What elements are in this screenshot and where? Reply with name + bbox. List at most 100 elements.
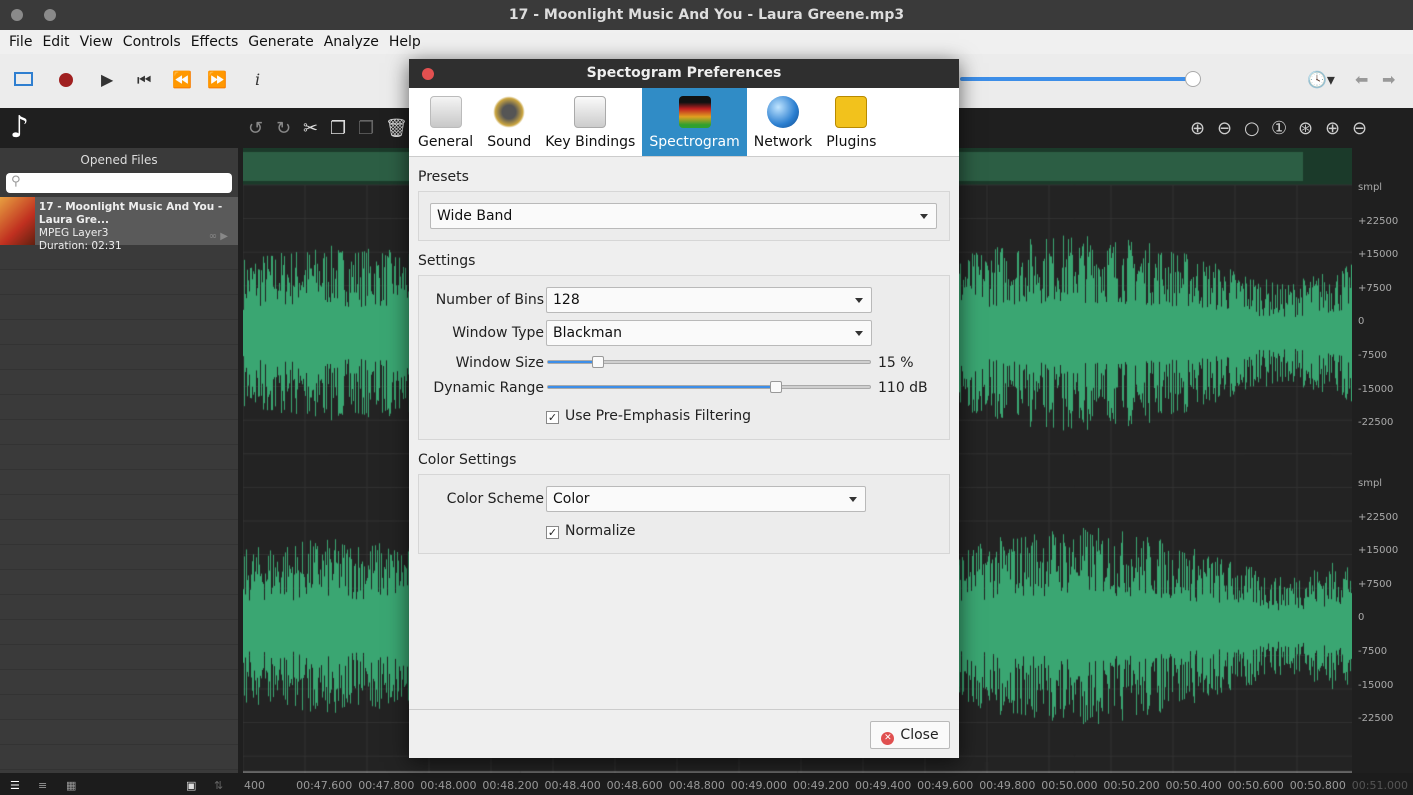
bins-select[interactable]: 128	[546, 287, 872, 313]
dynamic-range-handle[interactable]	[770, 381, 782, 393]
window-close-button[interactable]	[11, 9, 23, 21]
seek-handle[interactable]	[1185, 71, 1201, 87]
tab-general[interactable]: General	[411, 88, 480, 156]
tab-plugins[interactable]: Plugins	[819, 88, 883, 156]
pre-emphasis-checkbox[interactable]: ✓ Use Pre-Emphasis Filtering	[546, 408, 751, 424]
time-tick-label: 00:48.800	[668, 779, 725, 792]
seek-bar[interactable]	[960, 77, 1192, 81]
amplitude-axis: smpl +22500 +15000 +7500 0 -7500 -15000 -22500 s…	[1352, 182, 1413, 773]
color-scheme-select[interactable]: Color	[546, 486, 866, 512]
rewind-icon[interactable]: ⏪	[172, 70, 192, 89]
zoom-selection-icon[interactable]: ⊛	[1298, 118, 1313, 139]
tab-key-bindings[interactable]: Key Bindings	[538, 88, 642, 156]
grid-icon[interactable]: ▦	[66, 779, 76, 792]
menu-view[interactable]: View	[75, 30, 118, 54]
time-tick-label: 00:48.000	[420, 779, 477, 792]
close-button[interactable]: ✕ Close	[870, 721, 950, 749]
forward-arrow-icon[interactable]: ➡	[1382, 70, 1395, 89]
paste-icon[interactable]: ❐	[358, 118, 374, 139]
zoom-out-icon[interactable]: ⊖	[1217, 118, 1232, 139]
amplitude-tick-label: smpl	[1358, 478, 1383, 489]
amplitude-tick-label: 0	[1358, 316, 1365, 328]
dynamic-range-slider[interactable]	[547, 381, 871, 393]
window-minimize-button[interactable]	[44, 9, 56, 21]
window-size-slider[interactable]	[547, 356, 871, 368]
amplitude-tick-label: +15000	[1358, 249, 1399, 261]
menubar: File Edit View Controls Effects Generate…	[0, 30, 1413, 54]
close-icon: ✕	[881, 732, 895, 745]
spectrum-icon	[678, 96, 711, 128]
copy-icon[interactable]: ❐	[330, 118, 346, 139]
menu-controls[interactable]: Controls	[118, 30, 186, 54]
record-icon[interactable]	[59, 73, 73, 87]
normalize-checkbox[interactable]: ✓ Normalize	[546, 523, 636, 539]
tab-label: General	[418, 134, 474, 150]
time-tick-label: 00:50.600	[1227, 779, 1284, 792]
check-icon: ✓	[546, 411, 559, 424]
link-play-icon[interactable]: ∞ ▶	[209, 231, 228, 242]
view-icon[interactable]	[14, 72, 33, 86]
time-tick-label: 00:48.600	[606, 779, 663, 792]
undo-icon[interactable]: ↺	[248, 118, 263, 139]
sort-icon[interactable]: ⇅	[214, 779, 223, 792]
speaker-icon	[493, 96, 526, 128]
amplitude-tick-label: -15000	[1358, 679, 1394, 691]
zoom-1-icon[interactable]: ①	[1271, 118, 1287, 139]
color-settings-heading: Color Settings	[418, 452, 517, 468]
menu-generate[interactable]: Generate	[243, 30, 318, 54]
tab-spectrogram[interactable]: Spectrogram	[642, 88, 747, 156]
window-type-select[interactable]: Blackman	[546, 320, 872, 346]
play-icon[interactable]: ▶	[101, 70, 113, 89]
menu-effects[interactable]: Effects	[186, 30, 244, 54]
window-titlebar: 17 - Moonlight Music And You - Laura Gre…	[0, 0, 1413, 30]
tab-sound[interactable]: Sound	[480, 88, 538, 156]
menu-edit[interactable]: Edit	[37, 30, 74, 54]
menu-help[interactable]: Help	[384, 30, 426, 54]
dynamic-range-label: Dynamic Range	[433, 380, 544, 396]
zoom-out-vertical-icon[interactable]: ⊖	[1352, 118, 1367, 139]
album-art	[0, 197, 35, 245]
info-icon[interactable]: i	[255, 70, 260, 89]
opened-files-panel: Opened Files ⚲ 17 - Moonlight Music And …	[0, 148, 238, 773]
time-tick-label: 00:49.600	[917, 779, 974, 792]
window-size-handle[interactable]	[592, 356, 604, 368]
time-tick-label: 00:47.600	[296, 779, 353, 792]
file-search-input[interactable]: ⚲	[6, 173, 232, 193]
presets-group: Wide Band	[418, 191, 950, 241]
back-arrow-icon[interactable]: ⬅	[1355, 70, 1368, 89]
cut-icon[interactable]: ✂	[303, 118, 318, 139]
dialog-close-icon[interactable]	[422, 68, 434, 80]
file-list-item[interactable]: 17 - Moonlight Music And You - Laura Gre…	[0, 197, 238, 252]
tab-network[interactable]: Network	[747, 88, 819, 156]
zoom-in-vertical-icon[interactable]: ⊕	[1325, 118, 1340, 139]
menu-analyze[interactable]: Analyze	[319, 30, 384, 54]
key-icon	[574, 96, 607, 128]
dynamic-range-value: 110 dB	[878, 380, 928, 396]
switch-icon	[429, 96, 462, 128]
zoom-fit-icon[interactable]: ○	[1244, 118, 1260, 139]
amplitude-tick-label: smpl	[1358, 182, 1383, 193]
fast-forward-icon[interactable]: ⏩	[207, 70, 227, 89]
spectrogram-preferences-dialog: Spectogram Preferences General Sound Key…	[409, 59, 959, 758]
amplitude-tick-label: -7500	[1358, 646, 1388, 657]
skip-back-icon[interactable]: ⏮	[137, 70, 151, 90]
time-tick-label: 00:49.200	[792, 779, 850, 792]
zoom-in-icon[interactable]: ⊕	[1190, 118, 1205, 139]
history-icon[interactable]: 🕓▾	[1307, 70, 1335, 89]
bins-label: Number of Bins	[435, 292, 544, 308]
globe-icon	[767, 96, 799, 128]
search-icon: ⚲	[11, 174, 21, 189]
window-title: 17 - Moonlight Music And You - Laura Gre…	[508, 7, 905, 23]
preset-select[interactable]: Wide Band	[430, 203, 937, 229]
list-detail-icon[interactable]: ☰	[10, 779, 20, 792]
dialog-footer-divider	[409, 709, 959, 710]
time-tick-label: 00:51.000	[1351, 779, 1408, 792]
amplitude-tick-label: +7500	[1358, 282, 1392, 294]
delete-icon[interactable]: 🗑	[385, 118, 408, 139]
image-icon[interactable]: ▣	[186, 779, 196, 792]
redo-icon[interactable]: ↻	[276, 118, 291, 139]
time-tick-label: 400	[244, 779, 265, 792]
time-tick-label: 00:49.400	[855, 779, 912, 792]
list-icon[interactable]: ≡	[38, 779, 47, 792]
menu-file[interactable]: File	[4, 30, 37, 54]
